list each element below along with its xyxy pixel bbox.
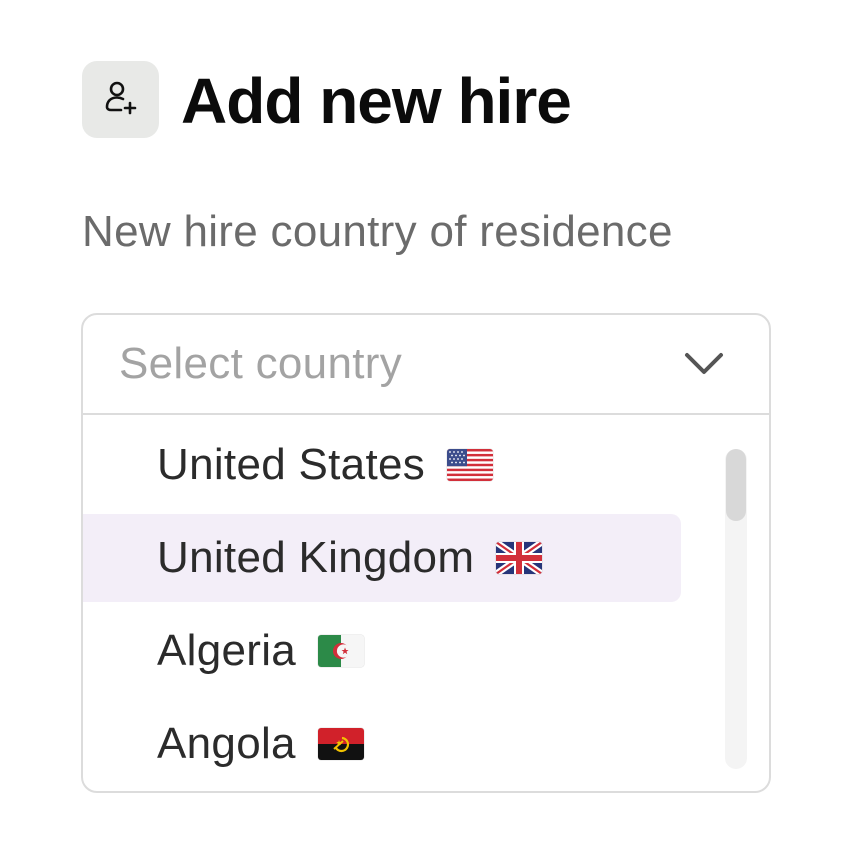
page-header: Add new hire: [82, 60, 572, 138]
country-options-list: United States United Kingdom Algeria Ang…: [83, 415, 769, 791]
flag-us-icon: [447, 449, 494, 481]
country-option-algeria[interactable]: Algeria: [83, 607, 681, 695]
chevron-down-icon[interactable]: [683, 351, 725, 377]
page-title: Add new hire: [181, 65, 572, 137]
country-option-label: Algeria: [157, 626, 297, 675]
country-option-angola[interactable]: Angola: [83, 700, 681, 788]
flag-ao-icon: [317, 728, 364, 760]
options-scrollbar-thumb[interactable]: [726, 449, 746, 521]
user-plus-icon: [82, 60, 159, 138]
country-option-label: Angola: [157, 719, 296, 768]
country-option-label: United States: [157, 440, 426, 489]
country-field-label: New hire country of residence: [82, 207, 673, 256]
country-select[interactable]: Select country United States United King…: [81, 313, 771, 793]
flag-dz-icon: [318, 635, 365, 667]
country-option-united-kingdom[interactable]: United Kingdom: [83, 514, 681, 602]
country-option-label: United Kingdom: [157, 533, 475, 582]
flag-gb-icon: [496, 542, 543, 574]
country-option-united-states[interactable]: United States: [83, 421, 681, 509]
country-select-input[interactable]: Select country: [83, 315, 769, 415]
country-select-placeholder: Select country: [119, 339, 403, 388]
